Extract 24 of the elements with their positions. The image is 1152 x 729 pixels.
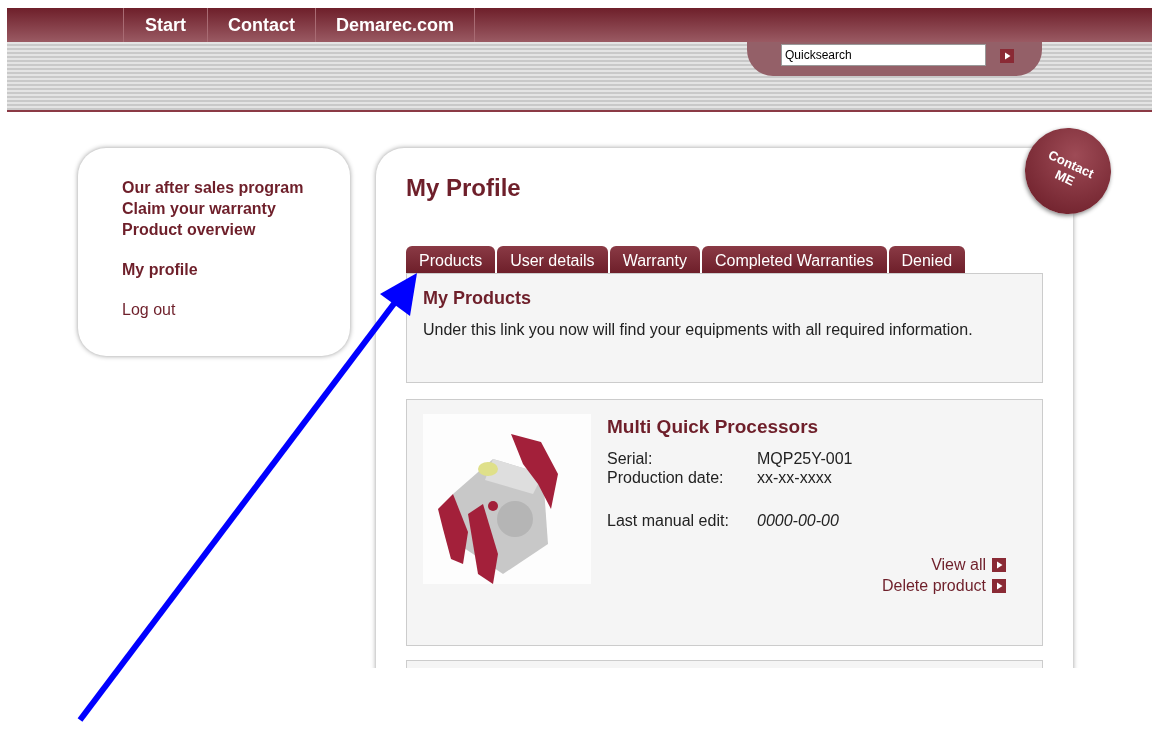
field-label: Last manual edit: — [607, 512, 730, 530]
field-value: 0000-00-00 — [757, 512, 840, 530]
page-title: My Profile — [406, 174, 522, 202]
tab[interactable]: User details — [497, 246, 608, 273]
tab[interactable]: Products — [406, 246, 496, 273]
field-value: xx-xx-xxxx — [757, 469, 833, 487]
sidebar-link[interactable]: My profile — [122, 259, 350, 280]
sidebar-link[interactable]: Our after sales program — [122, 177, 350, 198]
tab[interactable]: Denied — [888, 246, 966, 273]
intro-text: Under this link you now will find your equipments with all required information. — [423, 321, 974, 339]
tab[interactable]: Completed Warranties — [701, 246, 887, 273]
field-label: Serial: — [607, 450, 654, 468]
product-name: Multi Quick Processors — [607, 416, 820, 438]
search-field[interactable]: Quicksearch — [781, 44, 986, 66]
sidebar-link[interactable]: Product overview — [122, 219, 350, 240]
tab[interactable]: Warranty — [609, 246, 700, 273]
action-link[interactable]: Delete product — [881, 577, 986, 595]
sidebar-link[interactable]: Claim your warranty — [122, 198, 350, 219]
action-link[interactable]: View all — [931, 556, 986, 574]
sidebar-link[interactable]: Log out — [122, 299, 350, 320]
field-label: Production date: — [607, 469, 725, 487]
section-heading: My Products — [423, 288, 533, 309]
search-go-button[interactable] — [1000, 49, 1014, 63]
field-value: MQP25Y-001 — [757, 450, 853, 468]
